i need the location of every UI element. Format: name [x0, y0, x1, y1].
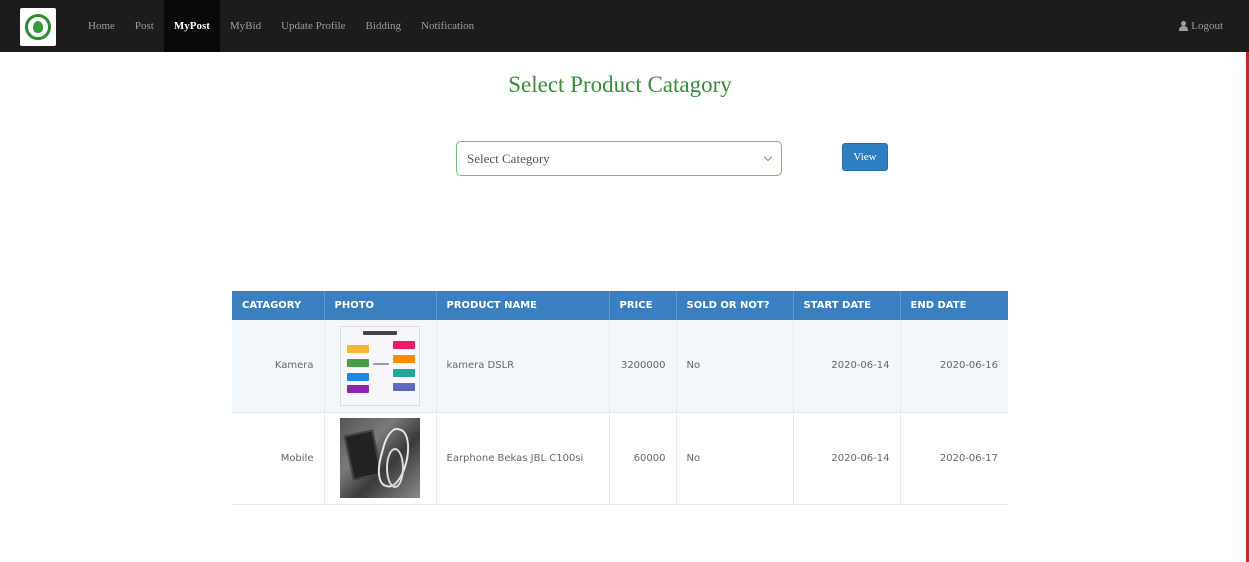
nav-item-update-profile[interactable]: Update Profile [271, 0, 355, 52]
nav-item-bidding[interactable]: Bidding [356, 0, 411, 52]
col-header-category: CATAGORY [232, 291, 325, 320]
cell-start-date: 2020-06-14 [793, 412, 901, 504]
cell-end-date: 2020-06-17 [939, 452, 998, 464]
logout-link[interactable]: Logout [1179, 0, 1223, 52]
logo-ring [25, 14, 51, 40]
nav-menu: Home Post MyPost MyBid Update Profile Bi… [78, 0, 484, 52]
leaf-logo-icon[interactable] [20, 8, 56, 46]
nav-item-notification[interactable]: Notification [411, 0, 484, 52]
col-header-price: PRICE [609, 291, 677, 320]
nav-item-post[interactable]: Post [125, 0, 164, 52]
nav-item-mybid[interactable]: MyBid [220, 0, 271, 52]
cell-price: 3200000 [609, 320, 677, 412]
product-table: CATAGORY PHOTO PRODUCT NAME PRICE SOLD O… [232, 291, 1008, 505]
cell-product-name: Earphone Bekas JBL C100si [436, 412, 610, 504]
view-button[interactable]: View [842, 143, 888, 171]
table-row: Mobile Earphone Bekas JBL C100si 60000 N… [232, 412, 1008, 504]
table-header-row: CATAGORY PHOTO PRODUCT NAME PRICE SOLD O… [232, 291, 1008, 320]
cell-category: Mobile [232, 412, 325, 504]
cell-product-name: kamera DSLR [436, 320, 610, 412]
nav-item-home[interactable]: Home [78, 0, 125, 52]
page-title: Select Product Catagory [508, 72, 732, 97]
cell-sold: No [676, 320, 794, 412]
col-header-photo: PHOTO [324, 291, 437, 320]
diagram-thumbnail-image[interactable] [340, 325, 420, 406]
cell-end-date: 2020-06-16 [939, 360, 998, 372]
cell-price: 60000 [609, 412, 677, 504]
table-row: Kamera kamera DSLR 3200000 No 2020-06-14… [232, 320, 1008, 412]
col-header-end-date: END DATE [910, 300, 967, 311]
col-header-product-name: PRODUCT NAME [436, 291, 610, 320]
col-header-sold: SOLD OR NOT? [676, 291, 794, 320]
top-navbar: Home Post MyPost MyBid Update Profile Bi… [0, 0, 1249, 52]
nav-item-mypost[interactable]: MyPost [163, 0, 220, 52]
chevron-down-icon [763, 152, 773, 162]
cell-category: Kamera [232, 320, 325, 412]
earphone-photo-image[interactable] [340, 418, 420, 498]
logout-label: Logout [1191, 20, 1223, 32]
cell-photo [324, 412, 437, 504]
cell-start-date: 2020-06-14 [793, 320, 901, 412]
user-icon [1179, 21, 1189, 31]
category-select-value: Select Category [467, 150, 550, 166]
cell-photo [324, 320, 437, 412]
category-select[interactable]: Select Category [456, 141, 782, 176]
col-header-start-date: START DATE [793, 291, 901, 320]
cell-sold: No [676, 412, 794, 504]
